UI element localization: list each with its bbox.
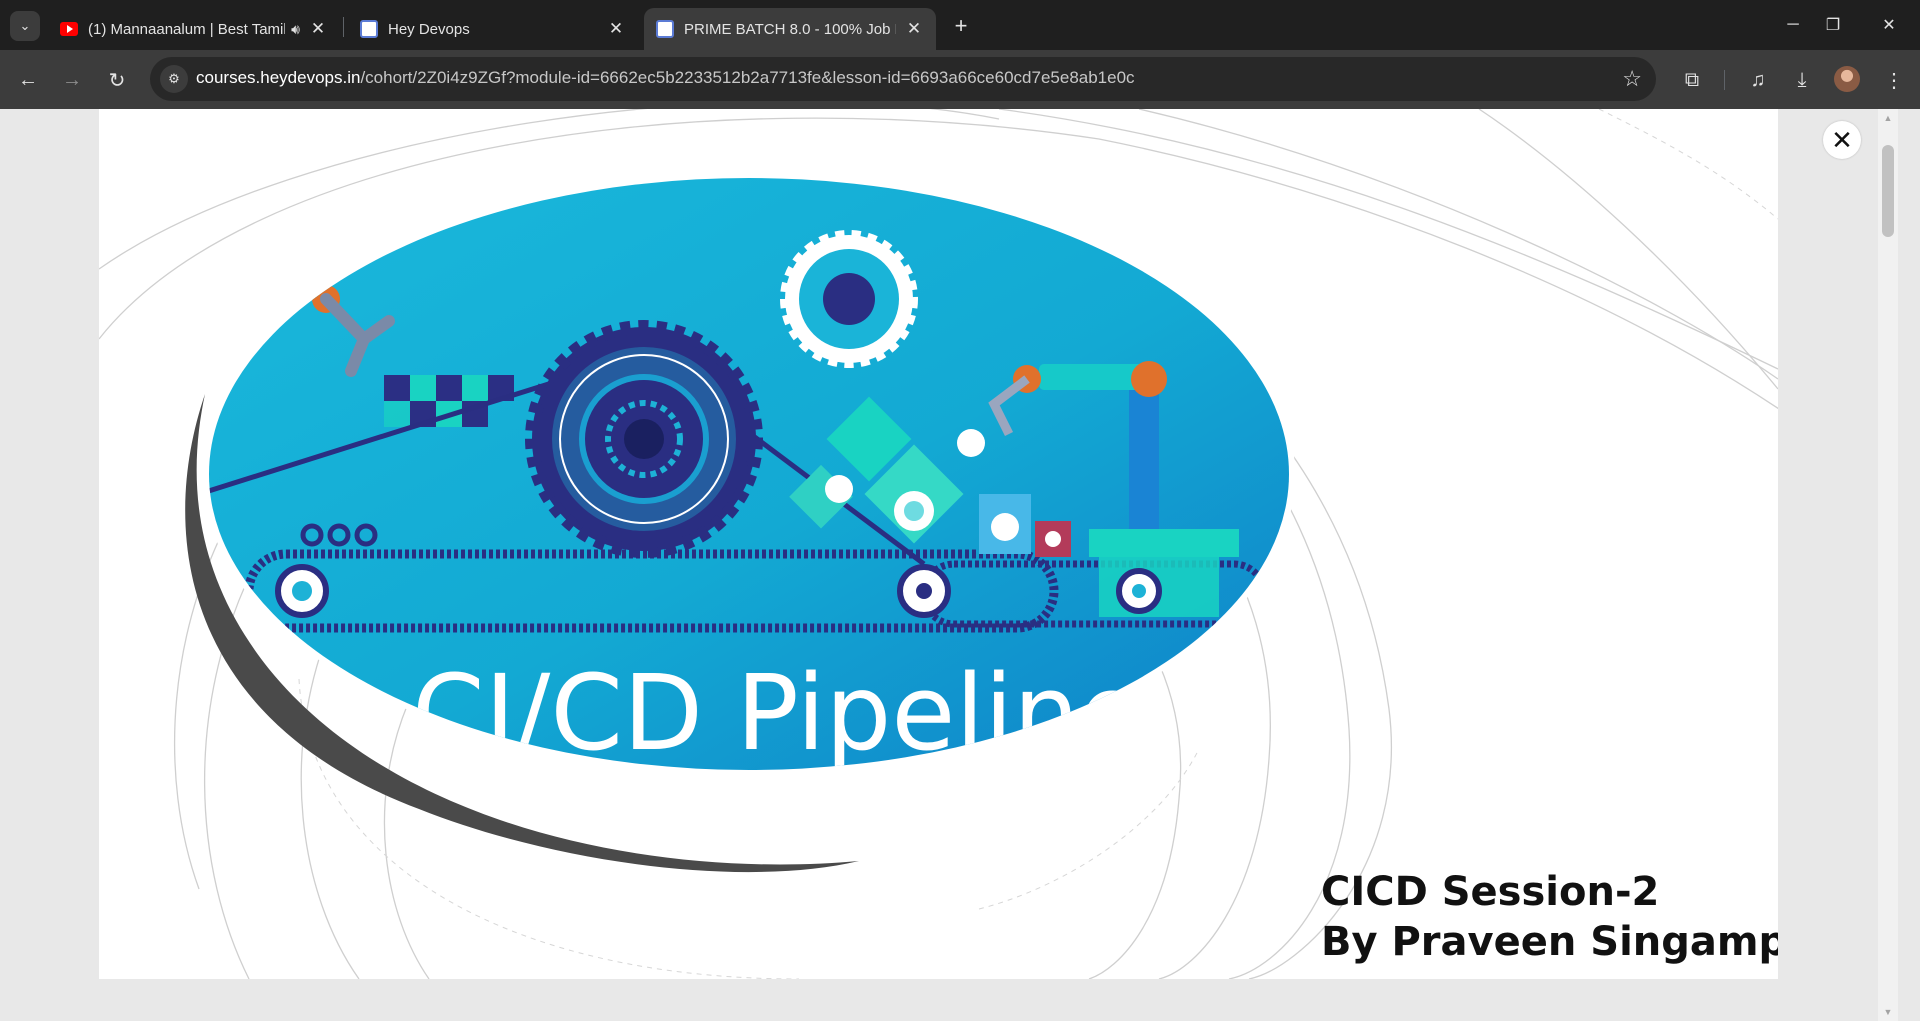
download-icon[interactable]: ⤓ [1786, 64, 1818, 96]
back-arrow-icon[interactable]: ← [12, 64, 44, 96]
tab-title: (1) Mannaanalum | Best Tamil [88, 20, 286, 38]
bookmark-star-icon[interactable]: ☆ [1622, 66, 1642, 92]
scrollbar-thumb[interactable] [1882, 145, 1894, 237]
scroll-down-icon[interactable]: ▼ [1878, 1003, 1898, 1021]
restore-icon[interactable]: ❐ [1810, 8, 1856, 42]
browser-toolbar: ← → ↻ ⚙ courses.heydevops.in/cohort/2Z0i… [0, 50, 1920, 109]
banner-title: CI/CD Pipeline [412, 652, 1143, 774]
media-control-icon[interactable]: ♫ [1742, 64, 1774, 96]
tab-divider [343, 17, 344, 37]
extensions-icon[interactable]: ⧉ [1676, 64, 1708, 96]
speaker-icon[interactable]: 🔊︎ [291, 21, 300, 38]
tab-title: PRIME BATCH 8.0 - 100% Job Ready [684, 20, 896, 38]
slide-artwork: CI/CD Pipeline [99, 109, 1778, 979]
scroll-up-icon[interactable]: ▲ [1878, 109, 1898, 127]
toolbar-divider [1724, 70, 1725, 90]
new-tab-button[interactable]: + [946, 11, 976, 41]
tab-prime-batch[interactable]: PRIME BATCH 8.0 - 100% Job Ready ✕ [644, 8, 936, 50]
session-line-1: CICD Session-2 [1321, 869, 1660, 915]
close-icon[interactable]: ✕ [904, 19, 924, 39]
page-gutter [1898, 109, 1920, 1021]
page-viewport: CI/CD Pipeline CICD Session-2 By Praveen… [0, 109, 1920, 1021]
tab-hey-devops[interactable]: Hey Devops ✕ [348, 8, 638, 50]
close-viewer-button[interactable]: ✕ [1823, 121, 1861, 159]
url-text[interactable]: courses.heydevops.in/cohort/2Z0i4z9ZGf?m… [196, 68, 1135, 88]
tab-youtube[interactable]: (1) Mannaanalum | Best Tamil 🔊︎ ✕ [48, 8, 340, 50]
tab-search-button[interactable]: ⌄ [10, 11, 40, 41]
site-info-icon[interactable]: ⚙ [160, 65, 188, 93]
menu-kebab-icon[interactable]: ⋮ [1878, 64, 1910, 96]
session-title: CICD Session-2 By Praveen Singampalli [1321, 867, 1778, 967]
reload-icon[interactable]: ↻ [101, 64, 133, 96]
forward-arrow-icon[interactable]: → [56, 64, 88, 96]
chevron-down-icon: ⌄ [19, 18, 31, 33]
session-line-2: By Praveen Singampalli [1321, 919, 1778, 965]
close-icon: ✕ [1831, 124, 1853, 155]
white-gear [780, 230, 918, 368]
vertical-scrollbar[interactable]: ▲ ▼ [1878, 109, 1898, 1021]
url-path: /cohort/2Z0i4z9ZGf?module-id=6662ec5b223… [360, 68, 1135, 87]
profile-avatar[interactable] [1834, 66, 1860, 92]
window-close-icon[interactable]: ✕ [1866, 8, 1912, 42]
main-gear [525, 320, 763, 558]
address-bar[interactable]: ⚙ courses.heydevops.in/cohort/2Z0i4z9ZGf… [150, 57, 1656, 101]
url-host: courses.heydevops.in [196, 68, 361, 87]
heydevops-icon [360, 20, 378, 38]
heydevops-icon [656, 20, 674, 38]
tab-title: Hey Devops [388, 20, 470, 38]
close-icon[interactable]: ✕ [308, 19, 328, 39]
close-icon[interactable]: ✕ [606, 19, 626, 39]
youtube-icon [60, 22, 78, 36]
tab-strip: ⌄ (1) Mannaanalum | Best Tamil 🔊︎ ✕ Hey … [0, 0, 1920, 50]
lesson-slide: CI/CD Pipeline CICD Session-2 By Praveen… [99, 109, 1778, 979]
